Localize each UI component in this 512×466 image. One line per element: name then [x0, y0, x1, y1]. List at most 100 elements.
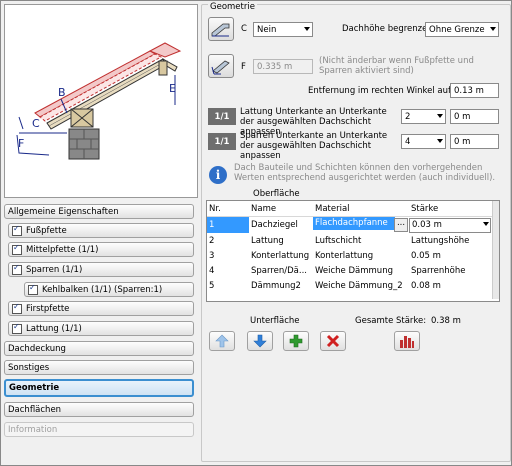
delete-icon	[326, 334, 340, 348]
material-value: Flachdachpfanne	[313, 217, 395, 230]
arrow-up-icon	[215, 334, 229, 348]
f-label: F	[241, 62, 246, 72]
nav-label: Dachdeckung	[8, 343, 66, 354]
nav-label: Firstpfette	[26, 303, 70, 314]
table-row[interactable]: 2 Lattung Luftschicht Lattungshöhe	[207, 233, 492, 248]
col-name: Name	[249, 201, 313, 217]
f-input: 0.335 m	[253, 59, 313, 74]
chart-button[interactable]	[394, 331, 420, 351]
col-material: Material	[313, 201, 409, 217]
f-input-value: 0.335 m	[257, 61, 293, 72]
nav-label: Fußpfette	[26, 225, 67, 236]
checkbox[interactable]	[12, 263, 22, 275]
sparren-select[interactable]: 4	[401, 134, 446, 149]
roof-diagram: B C E F	[16, 42, 182, 160]
nav-dachdeckung[interactable]: Dachdeckung	[4, 341, 194, 356]
nav-information: Information	[4, 422, 194, 437]
roof-c-icon	[211, 23, 230, 37]
nav-dachflaechen[interactable]: Dachflächen	[4, 402, 194, 417]
delete-layer-button[interactable]	[320, 331, 346, 351]
c-shape-button[interactable]	[208, 17, 234, 41]
nav-firstpfette[interactable]: Firstpfette	[8, 301, 194, 316]
nav-allgemeine-eigenschaften[interactable]: Allgemeine Eigenschaften	[4, 204, 194, 219]
cell-material[interactable]: Flachdachpfanne ...	[313, 217, 409, 234]
table-scrollbar[interactable]	[492, 201, 499, 299]
nav-geometrie[interactable]: Geometrie	[4, 379, 194, 397]
nav-label: Sonstiges	[8, 362, 50, 373]
c-select[interactable]: Nein	[253, 22, 313, 37]
cell-staerke[interactable]: 0.03 m	[409, 217, 492, 234]
label-c: C	[32, 117, 40, 130]
cell-nr: 4	[209, 265, 215, 276]
checkbox[interactable]	[12, 243, 22, 255]
layer-grid: Nr. Name Material Stärke 1 Dachziegel Fl…	[207, 201, 492, 293]
info-icon: i	[209, 166, 227, 184]
cell-material: Luftschicht	[315, 235, 362, 246]
roof-preview: B C E F	[4, 4, 198, 198]
checkbox[interactable]	[12, 322, 22, 334]
cell-material: Weiche Dämmung	[315, 265, 393, 276]
nav-fusspfette[interactable]: Fußpfette	[8, 223, 194, 238]
chevron-down-icon	[490, 27, 496, 31]
entfernung-input[interactable]: 0.13 m	[450, 83, 499, 98]
lattung-select-value: 2	[405, 111, 411, 122]
cell-name: Sparren/Dä...	[251, 265, 307, 276]
dachhoehe-select-value: Ohne Grenze	[429, 24, 485, 35]
entfernung-input-value: 0.13 m	[454, 85, 484, 96]
f-shape-button[interactable]	[208, 54, 234, 78]
info-text: Dach Bauteile und Schichten können den v…	[234, 163, 496, 183]
c-label: C	[241, 24, 247, 34]
sparren-label: Sparren Unterkante an Unterkante der aus…	[240, 131, 388, 161]
arrow-down-icon	[253, 334, 267, 348]
sparren-select-value: 4	[405, 136, 411, 147]
checkbox[interactable]	[12, 224, 22, 236]
nav-label: Dachflächen	[8, 404, 62, 415]
cell-name: Dachziegel	[251, 220, 298, 230]
add-icon	[289, 334, 303, 348]
sparren-badge: 1/1	[208, 133, 236, 150]
staerke-value: 0.03 m	[409, 217, 491, 233]
nav-label: Geometrie	[9, 383, 60, 393]
nav-sonstiges[interactable]: Sonstiges	[4, 360, 194, 375]
nav-sparren[interactable]: Sparren (1/1)	[8, 262, 194, 277]
dachhoehe-select[interactable]: Ohne Grenze	[425, 22, 499, 37]
table-row[interactable]: 4 Sparren/Dä... Weiche Dämmung Sparrenhö…	[207, 263, 492, 278]
checkbox[interactable]	[12, 302, 22, 314]
label-b: B	[58, 86, 66, 99]
cell-staerke: 0.08 m	[411, 280, 441, 291]
table-header: Nr. Name Material Stärke	[207, 201, 492, 217]
gesamt-value: 0.38 m	[431, 316, 461, 326]
add-layer-button[interactable]	[283, 331, 309, 351]
nav-lattung[interactable]: Lattung (1/1)	[8, 321, 194, 336]
nav-mittelpfette[interactable]: Mittelpfette (1/1)	[8, 242, 194, 257]
oberflaeche-title: Oberfläche	[253, 189, 300, 199]
chevron-down-icon	[304, 27, 310, 31]
move-down-button[interactable]	[247, 331, 273, 351]
checkbox[interactable]	[28, 283, 38, 295]
table-row[interactable]: 3 Konterlattung Konterlattung 0.05 m	[207, 248, 492, 263]
chart-icon	[400, 336, 414, 348]
sparren-input[interactable]: 0 m	[450, 134, 499, 149]
cell-name: Dämmung2	[251, 280, 301, 291]
col-nr: Nr.	[207, 201, 249, 217]
roof-f-icon	[211, 60, 230, 75]
move-up-button[interactable]	[209, 331, 235, 351]
cell-nr: 2	[209, 235, 215, 246]
lattung-input[interactable]: 0 m	[450, 109, 499, 124]
table-row[interactable]: 1 Dachziegel Flachdachpfanne ... 0.03 m	[207, 216, 492, 234]
nav-label: Sparren (1/1)	[26, 264, 83, 275]
entfernung-label: Entfernung im rechten Winkel auf (B)	[308, 86, 467, 96]
lattung-input-value: 0 m	[454, 111, 471, 122]
cell-staerke: Sparrenhöhe	[411, 265, 466, 276]
gesamt-label: Gesamte Stärke:	[355, 316, 427, 326]
sparren-input-value: 0 m	[454, 136, 471, 147]
table-row[interactable]: 5 Dämmung2 Weiche Dämmung_2 0.08 m	[207, 278, 492, 293]
cell-material: Weiche Dämmung_2	[315, 280, 403, 291]
nav-kehlbalken[interactable]: Kehlbalken (1/1) (Sparren:1)	[24, 282, 194, 297]
cell-material: Konterlattung	[315, 250, 374, 261]
ellipsis-button[interactable]: ...	[394, 218, 408, 232]
c-select-value: Nein	[257, 24, 277, 35]
lattung-select[interactable]: 2	[401, 109, 446, 124]
group-title: Geometrie	[208, 2, 257, 12]
cell-staerke: 0.05 m	[411, 250, 441, 261]
